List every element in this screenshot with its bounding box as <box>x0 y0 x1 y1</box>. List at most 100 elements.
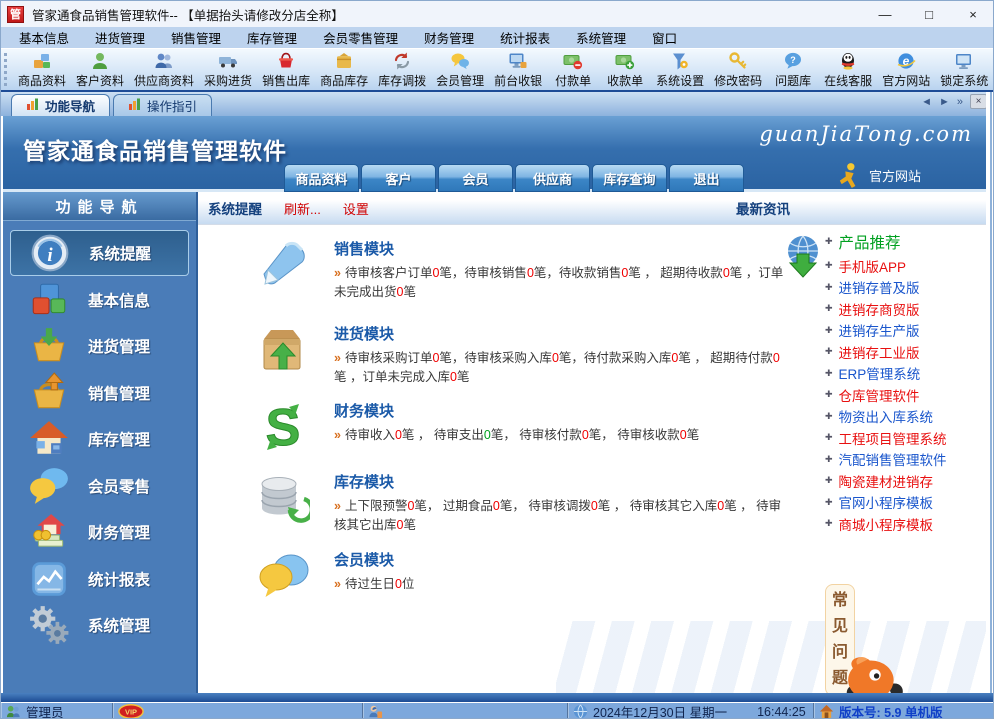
sidebar-item-basic-info[interactable]: 基本信息 <box>10 277 189 323</box>
toolbar-online-support-button[interactable]: 在线客服 <box>819 50 877 90</box>
sidebar-item-member-retail[interactable]: 会员零售 <box>10 463 189 509</box>
news-link[interactable]: ERP管理系统 <box>839 363 921 383</box>
news-item-invoicing-industry[interactable]: ✚ 进销存工业版 <box>825 341 983 363</box>
menu-item[interactable]: 进货管理 <box>82 26 158 49</box>
sidebar-item-stock-mgmt[interactable]: 库存管理 <box>10 416 189 462</box>
news-item-invoicing-basic[interactable]: ✚ 进销存普及版 <box>825 277 983 299</box>
toolbar-payment-bill-button[interactable]: 付款单 <box>547 50 599 90</box>
sidebar-item-report-stats[interactable]: 统计报表 <box>10 556 189 602</box>
banner-nav: 商品资料 客户 会员 供应商 库存查询 退出 <box>284 164 744 192</box>
news-link[interactable]: 陶瓷建材进销存 <box>839 471 934 491</box>
banner-title: 管家通食品销售管理软件 <box>23 138 287 164</box>
sidebar-item-sales-mgmt[interactable]: 销售管理 <box>10 370 189 416</box>
sidebar-item-purchase-mgmt[interactable]: 进货管理 <box>10 323 189 369</box>
news-link[interactable]: 商城小程序模板 <box>839 514 934 534</box>
tab-scroll-left-icon[interactable]: ◄ <box>921 96 932 108</box>
sidebar-item-system-mgmt[interactable]: 系统管理 <box>10 602 189 648</box>
content-header: 系统提醒 刷新... 设置 最新资讯 <box>198 192 986 225</box>
menu-item[interactable]: 系统管理 <box>563 26 639 49</box>
maximize-button[interactable]: □ <box>907 1 951 27</box>
toolbar-question-bank-button[interactable]: ? 问题库 <box>767 50 819 90</box>
toolbar-system-settings-button[interactable]: 系统设置 <box>651 50 709 90</box>
news-link[interactable]: 进销存工业版 <box>839 342 920 362</box>
toolbar-sales-out-button[interactable]: 销售出库 <box>257 50 315 90</box>
toolbar-purchase-in-button[interactable]: 采购进货 <box>199 50 257 90</box>
globe-download-icon <box>781 234 825 278</box>
banner-member-button[interactable]: 会员 <box>438 164 513 192</box>
toolbar-stock-transfer-button[interactable]: 库存调拨 <box>373 50 431 90</box>
news-item-product-recommend[interactable]: ✚ 产品推荐 <box>825 228 983 255</box>
menu-item[interactable]: 财务管理 <box>411 26 487 49</box>
news-item-invoicing-trade[interactable]: ✚ 进销存商贸版 <box>825 298 983 320</box>
toolbar-lock-system-button[interactable]: 锁定系统 <box>935 50 993 90</box>
tab-function-nav[interactable]: 功能导航 <box>11 94 111 116</box>
news-item-auto-parts-software[interactable]: ✚ 汽配销售管理软件 <box>825 449 983 471</box>
news-item-erp-system[interactable]: ✚ ERP管理系统 <box>825 363 983 385</box>
official-site-link[interactable]: 官方网站 <box>838 162 921 188</box>
banner-supplier-button[interactable]: 供应商 <box>515 164 590 192</box>
toolbar-change-password-button[interactable]: 修改密码 <box>709 50 767 90</box>
menu-item[interactable]: 销售管理 <box>158 26 234 49</box>
news-link[interactable]: 产品推荐 <box>839 231 901 253</box>
news-item-ceramic-invoicing[interactable]: ✚ 陶瓷建材进销存 <box>825 470 983 492</box>
suppliers-icon <box>154 51 174 71</box>
close-button[interactable]: × <box>951 1 993 27</box>
toolbar-grip[interactable] <box>4 53 7 86</box>
tab-list-icon[interactable]: » <box>957 96 963 108</box>
banner-customer-button[interactable]: 客户 <box>361 164 436 192</box>
sidebar-item-label: 财务管理 <box>88 525 151 542</box>
banner-exit-button[interactable]: 退出 <box>669 164 744 192</box>
news-link[interactable]: 进销存商贸版 <box>839 299 920 319</box>
news-link[interactable]: 进销存生产版 <box>839 320 920 340</box>
toolbar-supplier-info-button[interactable]: 供应商资料 <box>129 50 199 90</box>
news-item-material-io-system[interactable]: ✚ 物资出入库系统 <box>825 406 983 428</box>
news-link[interactable]: 官网小程序模板 <box>839 492 934 512</box>
status-time: 16:44:25 <box>757 704 806 719</box>
news-item-project-mgmt-system[interactable]: ✚ 工程项目管理系统 <box>825 427 983 449</box>
sidebar-item-finance-mgmt[interactable]: 财务管理 <box>10 509 189 555</box>
minimize-button[interactable]: — <box>863 1 907 27</box>
module-title-link[interactable]: 库存模块 <box>334 471 786 492</box>
news-item-mobile-app[interactable]: ✚ 手机版APP <box>825 255 983 277</box>
banner-stock-query-button[interactable]: 库存查询 <box>592 164 667 192</box>
lock-icon <box>954 51 974 71</box>
news-item-website-miniprogram[interactable]: ✚ 官网小程序模板 <box>825 492 983 514</box>
module-title-link[interactable]: 进货模块 <box>334 323 786 344</box>
news-item-invoicing-production[interactable]: ✚ 进销存生产版 <box>825 320 983 342</box>
settings-link[interactable]: 设置 <box>343 199 369 218</box>
news-link[interactable]: 进销存普及版 <box>839 277 920 297</box>
news-item-mall-miniprogram[interactable]: ✚ 商城小程序模板 <box>825 513 983 535</box>
menu-item[interactable]: 会员零售管理 <box>310 26 411 49</box>
menu-item[interactable]: 基本信息 <box>6 26 82 49</box>
menu-item[interactable]: 统计报表 <box>487 26 563 49</box>
sidebar-item-system-alerts[interactable]: i 系统提醒 <box>10 230 189 276</box>
question-icon: ? <box>783 51 803 71</box>
news-item-warehouse-software[interactable]: ✚ 仓库管理软件 <box>825 384 983 406</box>
toolbar-member-manage-button[interactable]: 会员管理 <box>431 50 489 90</box>
news-link[interactable]: 手机版APP <box>839 256 907 276</box>
banner-product-info-button[interactable]: 商品资料 <box>284 164 359 192</box>
toolbar-pos-cashier-button[interactable]: 前台收银 <box>489 50 547 90</box>
tab-operation-guide[interactable]: 操作指引 <box>113 94 213 116</box>
toolbar-product-stock-button[interactable]: 商品库存 <box>315 50 373 90</box>
module-title-link[interactable]: 财务模块 <box>334 400 786 421</box>
menu-item[interactable]: 库存管理 <box>234 26 310 49</box>
window-title: 管家通食品销售管理软件-- 【单据抬头请修改分店全称】 <box>32 8 344 23</box>
tab-close-icon[interactable]: × <box>970 94 987 109</box>
menu-item[interactable]: 窗口 <box>639 26 690 49</box>
news-link[interactable]: 汽配销售管理软件 <box>839 449 947 469</box>
refresh-link[interactable]: 刷新... <box>284 199 321 218</box>
news-link[interactable]: 仓库管理软件 <box>839 385 920 405</box>
module-title-link[interactable]: 会员模块 <box>334 549 786 570</box>
toolbar-official-site-button[interactable]: e 官方网站 <box>877 50 935 90</box>
toolbar-customer-info-button[interactable]: 客户资料 <box>71 50 129 90</box>
module-title-link[interactable]: 销售模块 <box>334 238 786 259</box>
news-panel: ✚ 产品推荐 ✚ 手机版APP ✚ 进销存普及版 ✚ 进销存商贸版 ✚ 进销存生产版 ✚ 进销存工业版… <box>825 228 983 535</box>
news-link[interactable]: 工程项目管理系统 <box>839 428 947 448</box>
plus-bullet-icon: ✚ <box>825 236 833 246</box>
toolbar-product-info-button[interactable]: 商品资料 <box>13 50 71 90</box>
tab-scroll-right-icon[interactable]: ► <box>939 96 950 108</box>
fish-mascot-icon[interactable] <box>843 650 905 693</box>
toolbar-receipt-bill-button[interactable]: 收款单 <box>599 50 651 90</box>
news-link[interactable]: 物资出入库系统 <box>839 406 934 426</box>
